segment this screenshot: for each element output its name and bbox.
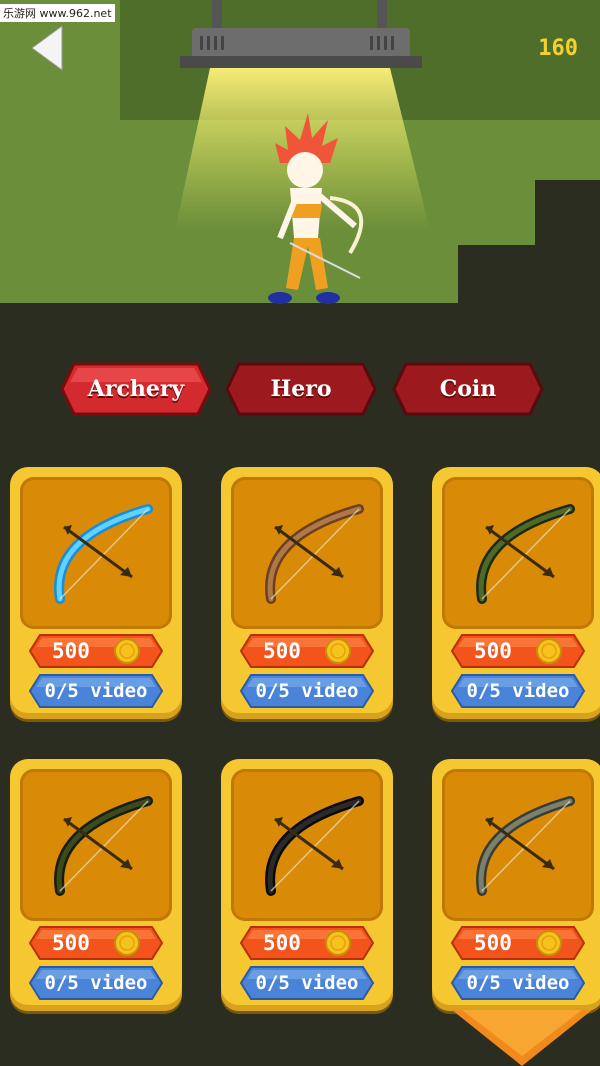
bow-preview xyxy=(231,477,383,629)
price-label: 500 xyxy=(474,931,512,955)
coin-icon xyxy=(114,638,140,664)
price-label: 500 xyxy=(263,639,301,663)
video-progress-label: 0/5 video xyxy=(44,680,148,702)
jade-bow-icon xyxy=(476,504,575,604)
buy-with-coins-button[interactable]: 500 xyxy=(28,633,164,669)
coin-counter: 160 xyxy=(538,36,578,61)
bronze-bow-icon xyxy=(265,504,364,604)
game-scene xyxy=(0,0,600,310)
bow-card[interactable]: 500 0/5 video xyxy=(221,759,393,1011)
back-arrow-icon xyxy=(31,25,63,71)
tab-coin[interactable]: Coin xyxy=(392,362,544,416)
tab-archery[interactable]: Archery xyxy=(60,362,212,416)
bow-preview xyxy=(231,769,383,921)
bow-card[interactable]: 500 0/5 video xyxy=(221,467,393,719)
bow-card[interactable]: 500 0/5 video xyxy=(10,467,182,719)
video-progress-label: 0/5 video xyxy=(466,972,570,994)
watch-video-button[interactable]: 0/5 video xyxy=(450,965,586,1001)
grey-bow-icon xyxy=(476,796,575,896)
bow-card[interactable]: 500 0/5 video xyxy=(10,759,182,1011)
coin-icon xyxy=(536,930,562,956)
tab-label: Coin xyxy=(439,376,497,402)
price-label: 500 xyxy=(474,639,512,663)
scroll-down-icon[interactable] xyxy=(452,1010,592,1066)
bow-preview xyxy=(442,769,594,921)
black-bow-icon xyxy=(265,796,364,896)
tab-label: Archery xyxy=(87,376,185,402)
ice-bow-icon xyxy=(54,504,153,604)
bow-preview xyxy=(20,477,172,629)
video-progress-label: 0/5 video xyxy=(44,972,148,994)
buy-with-coins-button[interactable]: 500 xyxy=(28,925,164,961)
watch-video-button[interactable]: 0/5 video xyxy=(28,673,164,709)
hero-archer xyxy=(268,113,364,304)
buy-with-coins-button[interactable]: 500 xyxy=(450,633,586,669)
back-button[interactable] xyxy=(28,24,68,72)
shop-tabs: Archery Hero Coin xyxy=(0,362,600,422)
bow-preview xyxy=(442,477,594,629)
coin-icon xyxy=(325,638,351,664)
bow-card[interactable]: 500 0/5 video xyxy=(432,759,600,1011)
price-label: 500 xyxy=(263,931,301,955)
price-label: 500 xyxy=(52,639,90,663)
tab-hero[interactable]: Hero xyxy=(225,362,377,416)
coin-icon xyxy=(536,638,562,664)
tab-label: Hero xyxy=(270,376,332,402)
watch-video-button[interactable]: 0/5 video xyxy=(450,673,586,709)
buy-with-coins-button[interactable]: 500 xyxy=(239,633,375,669)
coin-icon xyxy=(114,930,140,956)
video-progress-label: 0/5 video xyxy=(255,680,359,702)
dark-green-bow-icon xyxy=(54,796,153,896)
watermark: 乐游网 www.962.net xyxy=(0,4,115,22)
price-label: 500 xyxy=(52,931,90,955)
buy-with-coins-button[interactable]: 500 xyxy=(450,925,586,961)
video-progress-label: 0/5 video xyxy=(255,972,359,994)
coin-icon xyxy=(325,930,351,956)
watch-video-button[interactable]: 0/5 video xyxy=(28,965,164,1001)
video-progress-label: 0/5 video xyxy=(466,680,570,702)
bow-card[interactable]: 500 0/5 video xyxy=(432,467,600,719)
bow-preview xyxy=(20,769,172,921)
watch-video-button[interactable]: 0/5 video xyxy=(239,965,375,1001)
buy-with-coins-button[interactable]: 500 xyxy=(239,925,375,961)
watch-video-button[interactable]: 0/5 video xyxy=(239,673,375,709)
